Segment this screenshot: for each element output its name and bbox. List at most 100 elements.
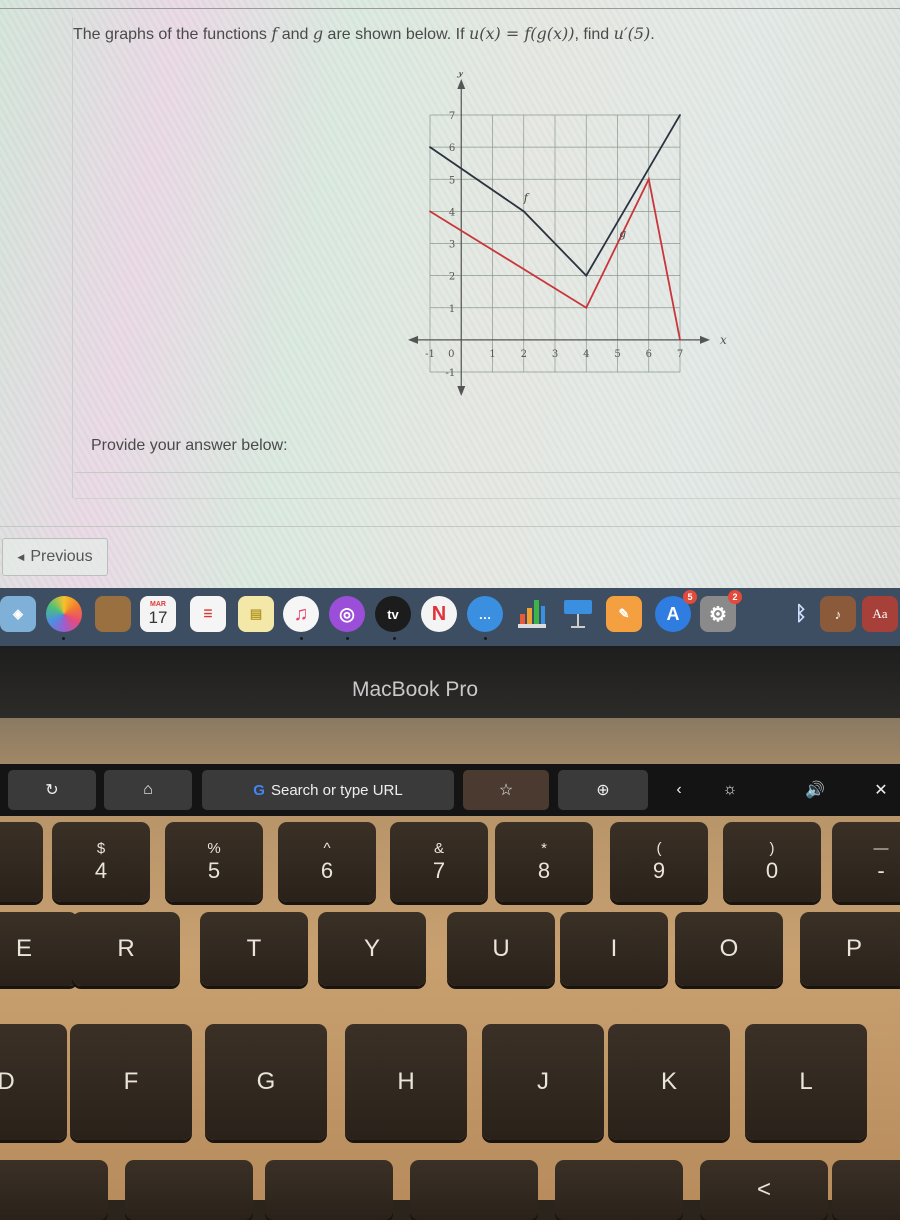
key-shift-symbol: ( [657, 840, 662, 858]
key-letter: H [397, 1068, 414, 1096]
key-letter: D [0, 1068, 15, 1096]
key-i[interactable]: I [560, 912, 668, 986]
calendar-icon[interactable]: MAR 17 [140, 596, 176, 632]
bluetooth-icon[interactable]: ᛒ [783, 596, 819, 632]
search-url-field[interactable]: G Search or type URL [202, 770, 454, 810]
key-letter: J [537, 1068, 549, 1096]
key-7[interactable]: &7 [390, 822, 488, 902]
caret-left-icon: ◀ [17, 552, 24, 563]
key-u[interactable]: U [447, 912, 555, 986]
maps-icon[interactable]: ◈ [0, 596, 36, 632]
key-d[interactable]: D [0, 1024, 67, 1140]
key-number: 8 [538, 858, 550, 884]
tv-label: tv [387, 607, 399, 622]
google-icon: G [253, 782, 265, 799]
chevron-left-icon: ‹ [676, 781, 681, 799]
x-tick-label: 7 [677, 349, 683, 360]
key-letter: L [799, 1068, 812, 1096]
series-point-f [429, 146, 431, 148]
running-indicator [62, 637, 65, 640]
key-bottom-row[interactable] [410, 1160, 538, 1220]
x-tick-label: 6 [646, 349, 652, 360]
pages-icon[interactable]: ✎ [606, 596, 642, 632]
x-tick-label: 5 [614, 349, 620, 360]
key-letter: E [16, 935, 32, 963]
system-preferences-icon[interactable]: ⚙2 [700, 596, 736, 632]
previous-label: Previous [30, 548, 92, 566]
numbers-icon[interactable] [514, 596, 550, 632]
key-8[interactable]: *8 [495, 822, 593, 902]
preferences-badge: 2 [728, 590, 742, 604]
notes-icon[interactable]: ▤ [238, 596, 274, 632]
key-bottom-row[interactable]: < [700, 1160, 828, 1220]
key--[interactable]: —- [832, 822, 900, 902]
key-k[interactable]: K [608, 1024, 730, 1140]
key-t[interactable]: T [200, 912, 308, 986]
key-f[interactable]: F [70, 1024, 192, 1140]
garageband-icon[interactable]: ♪ [820, 596, 856, 632]
new-tab-button[interactable]: ⊕ [558, 770, 648, 810]
key-l[interactable]: L [745, 1024, 867, 1140]
key-number: 6 [321, 858, 333, 884]
app-store-icon[interactable]: A5 [655, 596, 691, 632]
key-letter: F [124, 1068, 139, 1096]
bookmark-button[interactable]: ☆ [463, 770, 549, 810]
key-bottom-row[interactable] [125, 1160, 253, 1220]
key-shift-symbol: & [434, 840, 444, 858]
home-button[interactable]: ⌂ [104, 770, 192, 810]
key-bottom-row[interactable] [0, 1160, 108, 1220]
y-tick-label: 4 [449, 207, 455, 218]
key-number: 4 [95, 858, 107, 884]
key-6[interactable]: ^6 [278, 822, 376, 902]
photos-icon[interactable] [46, 596, 82, 632]
messages-icon[interactable]: … [467, 596, 503, 632]
key-bottom-row[interactable] [555, 1160, 683, 1220]
dictionary-icon[interactable]: Aa [862, 596, 898, 632]
reload-button[interactable]: ↻ [8, 770, 96, 810]
key-e[interactable]: E [0, 912, 78, 986]
key-g[interactable]: G [205, 1024, 327, 1140]
answer-input-area[interactable] [75, 498, 900, 499]
key-bottom-row[interactable] [265, 1160, 393, 1220]
key-4[interactable]: $4 [52, 822, 150, 902]
key-j[interactable]: J [482, 1024, 604, 1140]
apple-tv-icon[interactable]: tv [375, 596, 411, 632]
running-indicator [484, 637, 487, 640]
contacts-icon[interactable] [95, 596, 131, 632]
key-o[interactable]: O [675, 912, 783, 986]
news-icon[interactable]: N [421, 596, 457, 632]
siri-button[interactable]: ✕ [862, 770, 900, 810]
key-r[interactable]: R [72, 912, 180, 986]
key-number: 5 [208, 858, 220, 884]
key-3[interactable]: #3 [0, 822, 43, 902]
key-9[interactable]: (9 [610, 822, 708, 902]
volume-button[interactable]: 🔊 [790, 770, 840, 810]
collapse-button[interactable]: ‹ [665, 770, 693, 810]
x-axis-arrow-left-icon [408, 336, 418, 344]
key-letter: Y [364, 935, 380, 963]
reminders-icon[interactable]: ☰ [190, 596, 226, 632]
podcasts-icon[interactable]: ◎ [329, 596, 365, 632]
series-label-g: g [619, 227, 626, 240]
key-letter: P [846, 935, 862, 963]
key-h[interactable]: H [345, 1024, 467, 1140]
key-0[interactable]: )0 [723, 822, 821, 902]
key-number: 9 [653, 858, 665, 884]
key-5[interactable]: %5 [165, 822, 263, 902]
brightness-icon: ☼ [723, 781, 738, 799]
keynote-icon[interactable] [560, 596, 596, 632]
series-point-g [585, 307, 587, 309]
previous-button[interactable]: ◀ Previous [2, 538, 108, 576]
target-derivative: u′(5) [614, 24, 651, 43]
series-point-f [585, 275, 587, 277]
function-g-label: g [313, 24, 323, 43]
series-point-g [648, 178, 650, 180]
question-and: and [277, 26, 313, 43]
key-p[interactable]: P [800, 912, 900, 986]
music-icon[interactable]: ♫ [283, 596, 319, 632]
key-bottom-row[interactable] [832, 1160, 900, 1220]
y-tick-label: -1 [446, 368, 456, 379]
brightness-button[interactable]: ☼ [705, 770, 755, 810]
series-point-f [679, 114, 681, 116]
key-y[interactable]: Y [318, 912, 426, 986]
